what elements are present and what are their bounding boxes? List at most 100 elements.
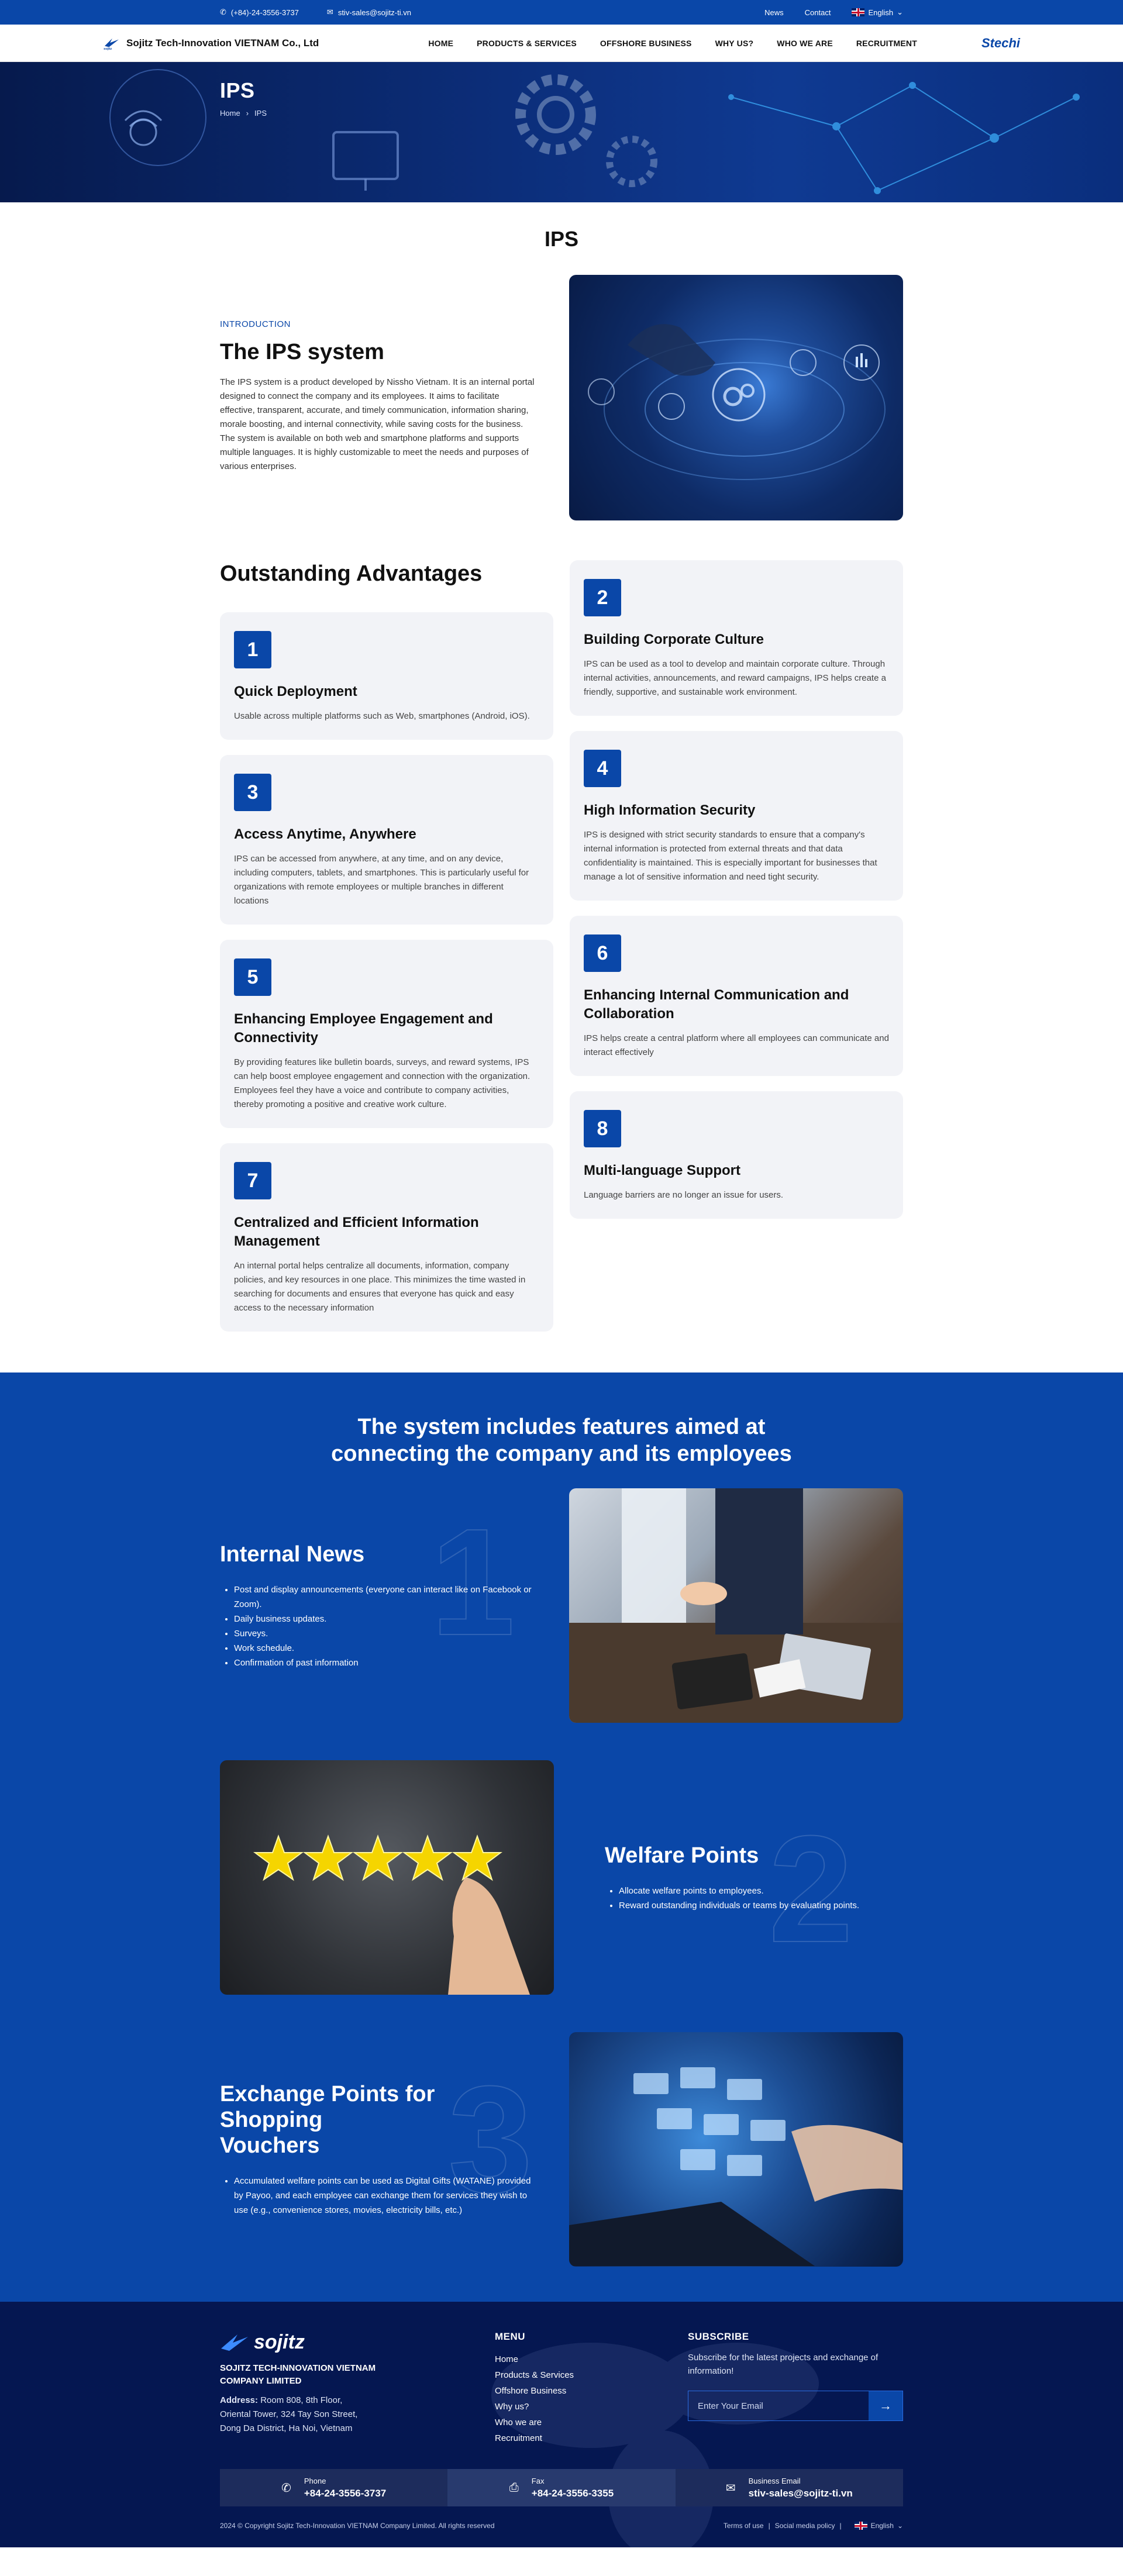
- advantage-text: By providing features like bulletin boar…: [234, 1057, 531, 1109]
- features-section: The system includes features aimed at co…: [0, 1373, 1123, 2302]
- feature-list-item: Surveys.: [234, 1626, 536, 1641]
- feature-list-item: Work schedule.: [234, 1641, 536, 1656]
- footer-menu-offshore[interactable]: Offshore Business: [495, 2386, 688, 2396]
- footer-phone-value: +84-24-3556-3737: [304, 2487, 387, 2499]
- language-selector[interactable]: English ⌄: [852, 8, 903, 17]
- advantage-number: 2: [584, 579, 621, 616]
- nav-menu: HOME PRODUCTS & SERVICES OFFSHORE BUSINE…: [428, 39, 917, 48]
- fax-icon: ⎙: [509, 2481, 519, 2494]
- advantage-title: Enhancing Employee Engagement and Connec…: [234, 1011, 493, 1046]
- footer-email-value: stiv-sales@sojitz-ti.vn: [748, 2487, 853, 2499]
- feature-list-item: Daily business updates.: [234, 1612, 536, 1626]
- advantage-card: 7 Centralized and Efficient Information …: [220, 1143, 553, 1332]
- advantage-card: 5 Enhancing Employee Engagement and Conn…: [220, 940, 553, 1128]
- footer-email-label: Business Email: [748, 2476, 801, 2485]
- advantage-card: 8 Multi-language Support Language barrie…: [570, 1091, 903, 1219]
- advantage-text: Usable across multiple platforms such as…: [234, 711, 530, 721]
- top-bar: ✆ (+84)-24-3556-3737 ✉ stiv-sales@sojitz…: [0, 0, 1123, 25]
- advantage-title: Multi-language Support: [584, 1163, 740, 1178]
- features-heading-line2: connecting the company and its employees: [331, 1442, 792, 1466]
- footer-fax: ⎙ Fax +84-24-3556-3355: [447, 2469, 676, 2506]
- footer-email[interactable]: ✉ Business Email stiv-sales@sojitz-ti.vn: [675, 2469, 903, 2506]
- footer-logo[interactable]: sojitz: [220, 2331, 495, 2354]
- social-policy-link[interactable]: Social media policy: [775, 2522, 835, 2530]
- topbar-phone[interactable]: ✆ (+84)-24-3556-3737: [220, 8, 299, 17]
- separator: |: [839, 2522, 842, 2530]
- breadcrumb-current: IPS: [254, 109, 267, 118]
- footer-language-selector[interactable]: English ⌄: [854, 2522, 903, 2530]
- hero-title: IPS: [220, 78, 255, 102]
- footer-logo-text: sojitz: [254, 2331, 305, 2353]
- nav-item-offshore[interactable]: OFFSHORE BUSINESS: [600, 39, 692, 48]
- features-heading: The system includes features aimed at co…: [220, 1413, 903, 1467]
- footer-menu-who-we-are[interactable]: Who we are: [495, 2418, 688, 2427]
- nav-item-recruitment[interactable]: RECRUITMENT: [856, 39, 917, 48]
- advantage-text: IPS can be used as a tool to develop and…: [584, 659, 886, 697]
- feature-list-item: Reward outstanding individuals or teams …: [619, 1898, 903, 1913]
- subscribe-submit-button[interactable]: →: [869, 2391, 902, 2420]
- site-footer: sojitz SOJITZ TECH-INNOVATION VIETNAM CO…: [0, 2302, 1123, 2547]
- advantages-left-column: Outstanding Advantages 1 Quick Deploymen…: [220, 560, 553, 1332]
- advantage-text: Language barriers are no longer an issue…: [584, 1190, 784, 1200]
- advantage-number: 1: [234, 631, 271, 668]
- advantage-text: IPS is designed with strict security sta…: [584, 830, 877, 882]
- topbar-link-contact[interactable]: Contact: [805, 8, 831, 17]
- feature-title-line1: Exchange Points for Shopping: [220, 2082, 435, 2132]
- feature-list: Post and display announcements (everyone…: [220, 1582, 536, 1670]
- uk-flag-icon: [854, 2522, 867, 2530]
- nav-item-products[interactable]: PRODUCTS & SERVICES: [477, 39, 577, 48]
- stechi-logo-text: Stechi: [981, 36, 1020, 50]
- nav-item-home[interactable]: HOME: [428, 39, 453, 48]
- hologram-people-illustration: [569, 2067, 902, 2266]
- logo-small-text: sojitz: [104, 47, 112, 50]
- feature-list-item: Accumulated welfare points can be used a…: [234, 2174, 536, 2218]
- nav-item-why-us[interactable]: WHY US?: [715, 39, 754, 48]
- stechi-logo[interactable]: Stechi: [981, 37, 1020, 50]
- topbar-email[interactable]: ✉ stiv-sales@sojitz-ti.vn: [327, 8, 411, 17]
- feature-list-item: Confirmation of past information: [234, 1656, 536, 1670]
- advantages-right-column: 2 Building Corporate Culture IPS can be …: [570, 560, 903, 1332]
- advantage-number: 6: [584, 934, 621, 972]
- feature-list-item: Post and display announcements (everyone…: [234, 1582, 536, 1612]
- advantage-text: An internal portal helps centralize all …: [234, 1261, 526, 1313]
- feature-welfare-points: 2 Welfare Points Allocate welfare points…: [220, 1760, 903, 1995]
- advantage-number: 5: [234, 958, 271, 996]
- footer-address-label: Address:: [220, 2395, 259, 2405]
- footer-menu-recruitment[interactable]: Recruitment: [495, 2433, 688, 2443]
- handshake-illustration: [569, 1488, 903, 1723]
- company-name: Sojitz Tech-Innovation VIETNAM Co., Ltd: [126, 37, 319, 49]
- nav-item-who-we-are[interactable]: WHO WE ARE: [777, 39, 833, 48]
- intro-section: INTRODUCTION The IPS system The IPS syst…: [220, 275, 903, 520]
- mail-icon: ✉: [725, 2481, 736, 2495]
- subscribe-email-input[interactable]: [688, 2391, 869, 2420]
- footer-menu-home[interactable]: Home: [495, 2354, 688, 2364]
- rating-stars-illustration: [253, 1834, 530, 1995]
- hero-banner: IPS Home › IPS: [0, 62, 1123, 202]
- topbar-link-news[interactable]: News: [764, 8, 784, 17]
- uk-flag-icon: [852, 8, 865, 16]
- footer-menu-products[interactable]: Products & Services: [495, 2370, 688, 2380]
- feature-exchange-points: 3 Exchange Points for Shopping Vouchers …: [220, 2032, 903, 2267]
- site-logo[interactable]: sojitz Sojitz Tech-Innovation VIETNAM Co…: [103, 36, 319, 50]
- chevron-down-icon: ⌄: [897, 2522, 903, 2530]
- footer-menu-why-us[interactable]: Why us?: [495, 2402, 688, 2412]
- terms-link[interactable]: Terms of use: [724, 2522, 764, 2530]
- footer-subscribe-text: Subscribe for the latest projects and ex…: [688, 2353, 879, 2376]
- footer-menu: Home Products & Services Offshore Busine…: [495, 2354, 688, 2443]
- page-title: IPS: [544, 227, 579, 251]
- footer-company-line2: COMPANY LIMITED: [220, 2376, 302, 2386]
- advantage-number: 7: [234, 1162, 271, 1199]
- footer-subscribe-title: SUBSCRIBE: [688, 2331, 749, 2342]
- copyright: 2024 © Copyright Sojitz Tech-Innovation …: [220, 2522, 495, 2530]
- feature-title: Internal News: [220, 1542, 365, 1567]
- topbar-phone-text: (+84)-24-3556-3737: [230, 8, 299, 17]
- footer-phone[interactable]: ✆ Phone +84-24-3556-3737: [220, 2469, 448, 2506]
- feature-list: Allocate welfare points to employees. Re…: [605, 1884, 903, 1913]
- feature-list-item: Allocate welfare points to employees.: [619, 1884, 903, 1898]
- feature-internal-news: 1 Internal News Post and display announc…: [220, 1488, 903, 1723]
- advantages-heading: Outstanding Advantages: [220, 561, 483, 586]
- intro-image: [569, 275, 903, 520]
- five-stars-image: [220, 1760, 554, 1995]
- breadcrumb-home[interactable]: Home: [220, 109, 240, 118]
- features-heading-line1: The system includes features aimed at: [357, 1415, 766, 1439]
